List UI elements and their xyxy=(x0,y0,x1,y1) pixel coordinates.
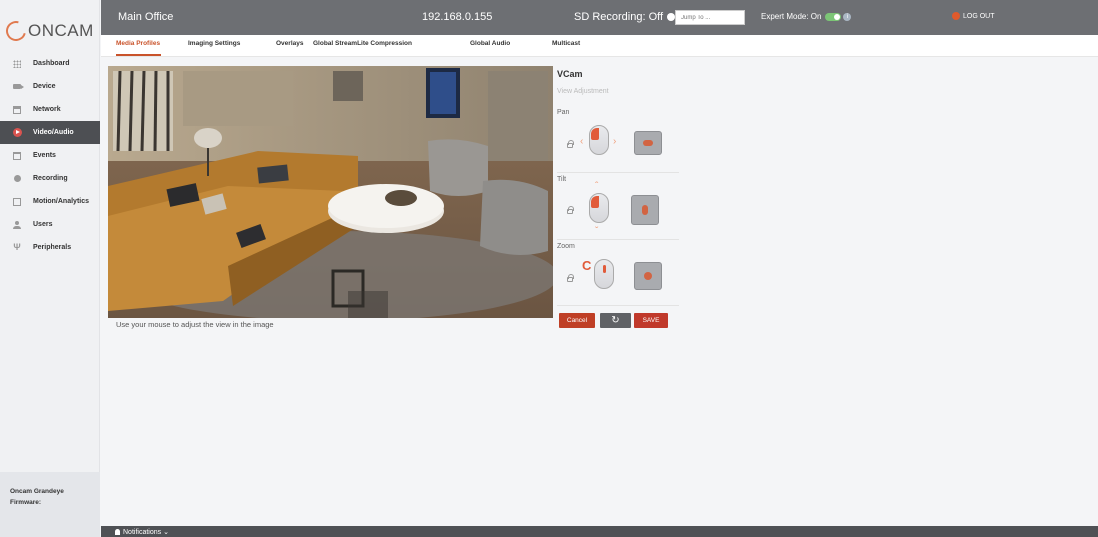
tab-global-streamlite-compression[interactable]: Global StreamLite Compression xyxy=(313,40,412,47)
pan-left-arrow-icon: ‹ xyxy=(580,136,584,147)
tab-imaging-settings[interactable]: Imaging Settings xyxy=(188,40,240,47)
sidebar-item-label: Network xyxy=(33,106,61,113)
refresh-button[interactable]: ↻ xyxy=(600,313,631,328)
sidebar-item-motion-analytics[interactable]: Motion/Analytics xyxy=(0,190,100,213)
top-header: Main Office 192.168.0.155 SD Recording: … xyxy=(101,0,1098,35)
sidebar-nav: Dashboard Device Network Video/Audio Eve… xyxy=(0,52,100,259)
sd-status-dot-icon xyxy=(667,13,676,21)
zoom-scroll-icon: C xyxy=(582,258,592,273)
expert-mode-toggle[interactable] xyxy=(825,12,842,21)
view-adjustment-subtitle: View Adjustment xyxy=(557,88,609,95)
tab-media-profiles[interactable]: Media Profiles xyxy=(116,40,160,47)
tilt-lock-icon[interactable] xyxy=(567,206,574,214)
calendar-icon xyxy=(12,151,22,160)
device-ip: 192.168.0.155 xyxy=(422,11,493,23)
oncam-logo: ONCAM xyxy=(2,17,96,45)
sidebar-item-peripherals[interactable]: Ψ Peripherals xyxy=(0,236,100,259)
page-title: Main Office xyxy=(118,11,174,23)
sidebar-item-label: Motion/Analytics xyxy=(33,198,90,205)
sidebar-item-users[interactable]: Users xyxy=(0,213,100,236)
jump-to-input[interactable] xyxy=(675,10,745,25)
zoom-touchpad-icon xyxy=(634,262,662,290)
analytics-icon xyxy=(12,197,22,206)
firmware-label: Firmware: xyxy=(10,499,42,506)
sidebar: ONCAM Dashboard Device Network Video/Aud… xyxy=(0,0,100,537)
power-icon xyxy=(952,12,960,20)
tab-bar: Media Profiles Imaging Settings Overlays… xyxy=(101,35,1098,57)
pan-label: Pan xyxy=(557,109,570,116)
notifications-bar[interactable]: Notifications ⌄ xyxy=(101,526,1098,537)
sidebar-item-events[interactable]: Events xyxy=(0,144,100,167)
user-icon xyxy=(12,220,22,229)
tilt-mouse-icon xyxy=(589,193,609,223)
pan-lock-icon[interactable] xyxy=(567,140,574,148)
tilt-divider xyxy=(557,239,679,240)
notifications-label: Notifications ⌄ xyxy=(123,528,169,536)
tilt-up-arrow-icon: ˆ xyxy=(595,181,599,192)
video-icon xyxy=(12,128,22,137)
usb-icon: Ψ xyxy=(13,242,21,252)
record-icon xyxy=(12,175,22,183)
pan-right-arrow-icon: › xyxy=(613,136,617,147)
pan-touchpad-icon xyxy=(634,131,662,155)
dashboard-icon xyxy=(12,59,22,68)
save-button[interactable]: SAVE xyxy=(634,313,668,328)
sidebar-item-dashboard[interactable]: Dashboard xyxy=(0,52,100,75)
logo-text: ONCAM xyxy=(28,21,94,40)
network-icon xyxy=(12,105,22,114)
sidebar-item-label: Dashboard xyxy=(33,60,70,67)
logout-label: LOG OUT xyxy=(963,12,995,20)
sd-recording-status: SD Recording: Off xyxy=(574,11,676,23)
zoom-divider xyxy=(557,305,679,306)
active-tab-indicator xyxy=(116,54,161,56)
sidebar-item-device[interactable]: Device xyxy=(0,75,100,98)
info-icon[interactable]: i xyxy=(843,12,852,21)
vcam-title: VCam xyxy=(557,69,583,79)
sd-recording-label: SD Recording: Off xyxy=(574,11,664,23)
tab-multicast[interactable]: Multicast xyxy=(552,40,580,47)
bell-icon xyxy=(115,528,120,535)
tab-global-audio[interactable]: Global Audio xyxy=(470,40,510,47)
product-name: Oncam Grandeye xyxy=(10,488,64,495)
tilt-touchpad-icon xyxy=(631,195,659,225)
sidebar-item-video-audio[interactable]: Video/Audio xyxy=(0,121,100,144)
zoom-label: Zoom xyxy=(557,243,575,250)
sidebar-item-label: Recording xyxy=(33,175,68,182)
tilt-label: Tilt xyxy=(557,176,567,183)
camera-view[interactable] xyxy=(108,66,553,318)
expert-mode-label: Expert Mode: On xyxy=(761,12,822,21)
zoom-lock-icon[interactable] xyxy=(567,274,574,282)
logo-mark-icon xyxy=(2,17,30,45)
sidebar-item-recording[interactable]: Recording xyxy=(0,167,100,190)
sidebar-item-label: Users xyxy=(33,221,53,228)
device-info-footer: Oncam Grandeye Firmware: xyxy=(0,472,100,537)
tilt-down-arrow-icon: ˇ xyxy=(595,226,599,237)
expert-mode: Expert Mode: On i xyxy=(761,12,852,21)
pan-divider xyxy=(557,172,679,173)
sidebar-item-network[interactable]: Network xyxy=(0,98,100,121)
sidebar-item-label: Events xyxy=(33,152,56,159)
camera-icon xyxy=(12,83,24,91)
sidebar-item-label: Device xyxy=(33,83,56,90)
tab-overlays[interactable]: Overlays xyxy=(276,40,303,47)
cancel-button[interactable]: Cancel xyxy=(559,313,595,328)
zoom-mouse-icon xyxy=(594,259,614,289)
sidebar-item-label: Video/Audio xyxy=(33,129,74,136)
logout-button[interactable]: LOG OUT xyxy=(952,12,995,20)
view-instruction: Use your mouse to adjust the view in the… xyxy=(116,320,274,329)
camera-image xyxy=(108,66,553,318)
pan-mouse-icon xyxy=(589,125,609,155)
sidebar-item-label: Peripherals xyxy=(33,244,72,251)
